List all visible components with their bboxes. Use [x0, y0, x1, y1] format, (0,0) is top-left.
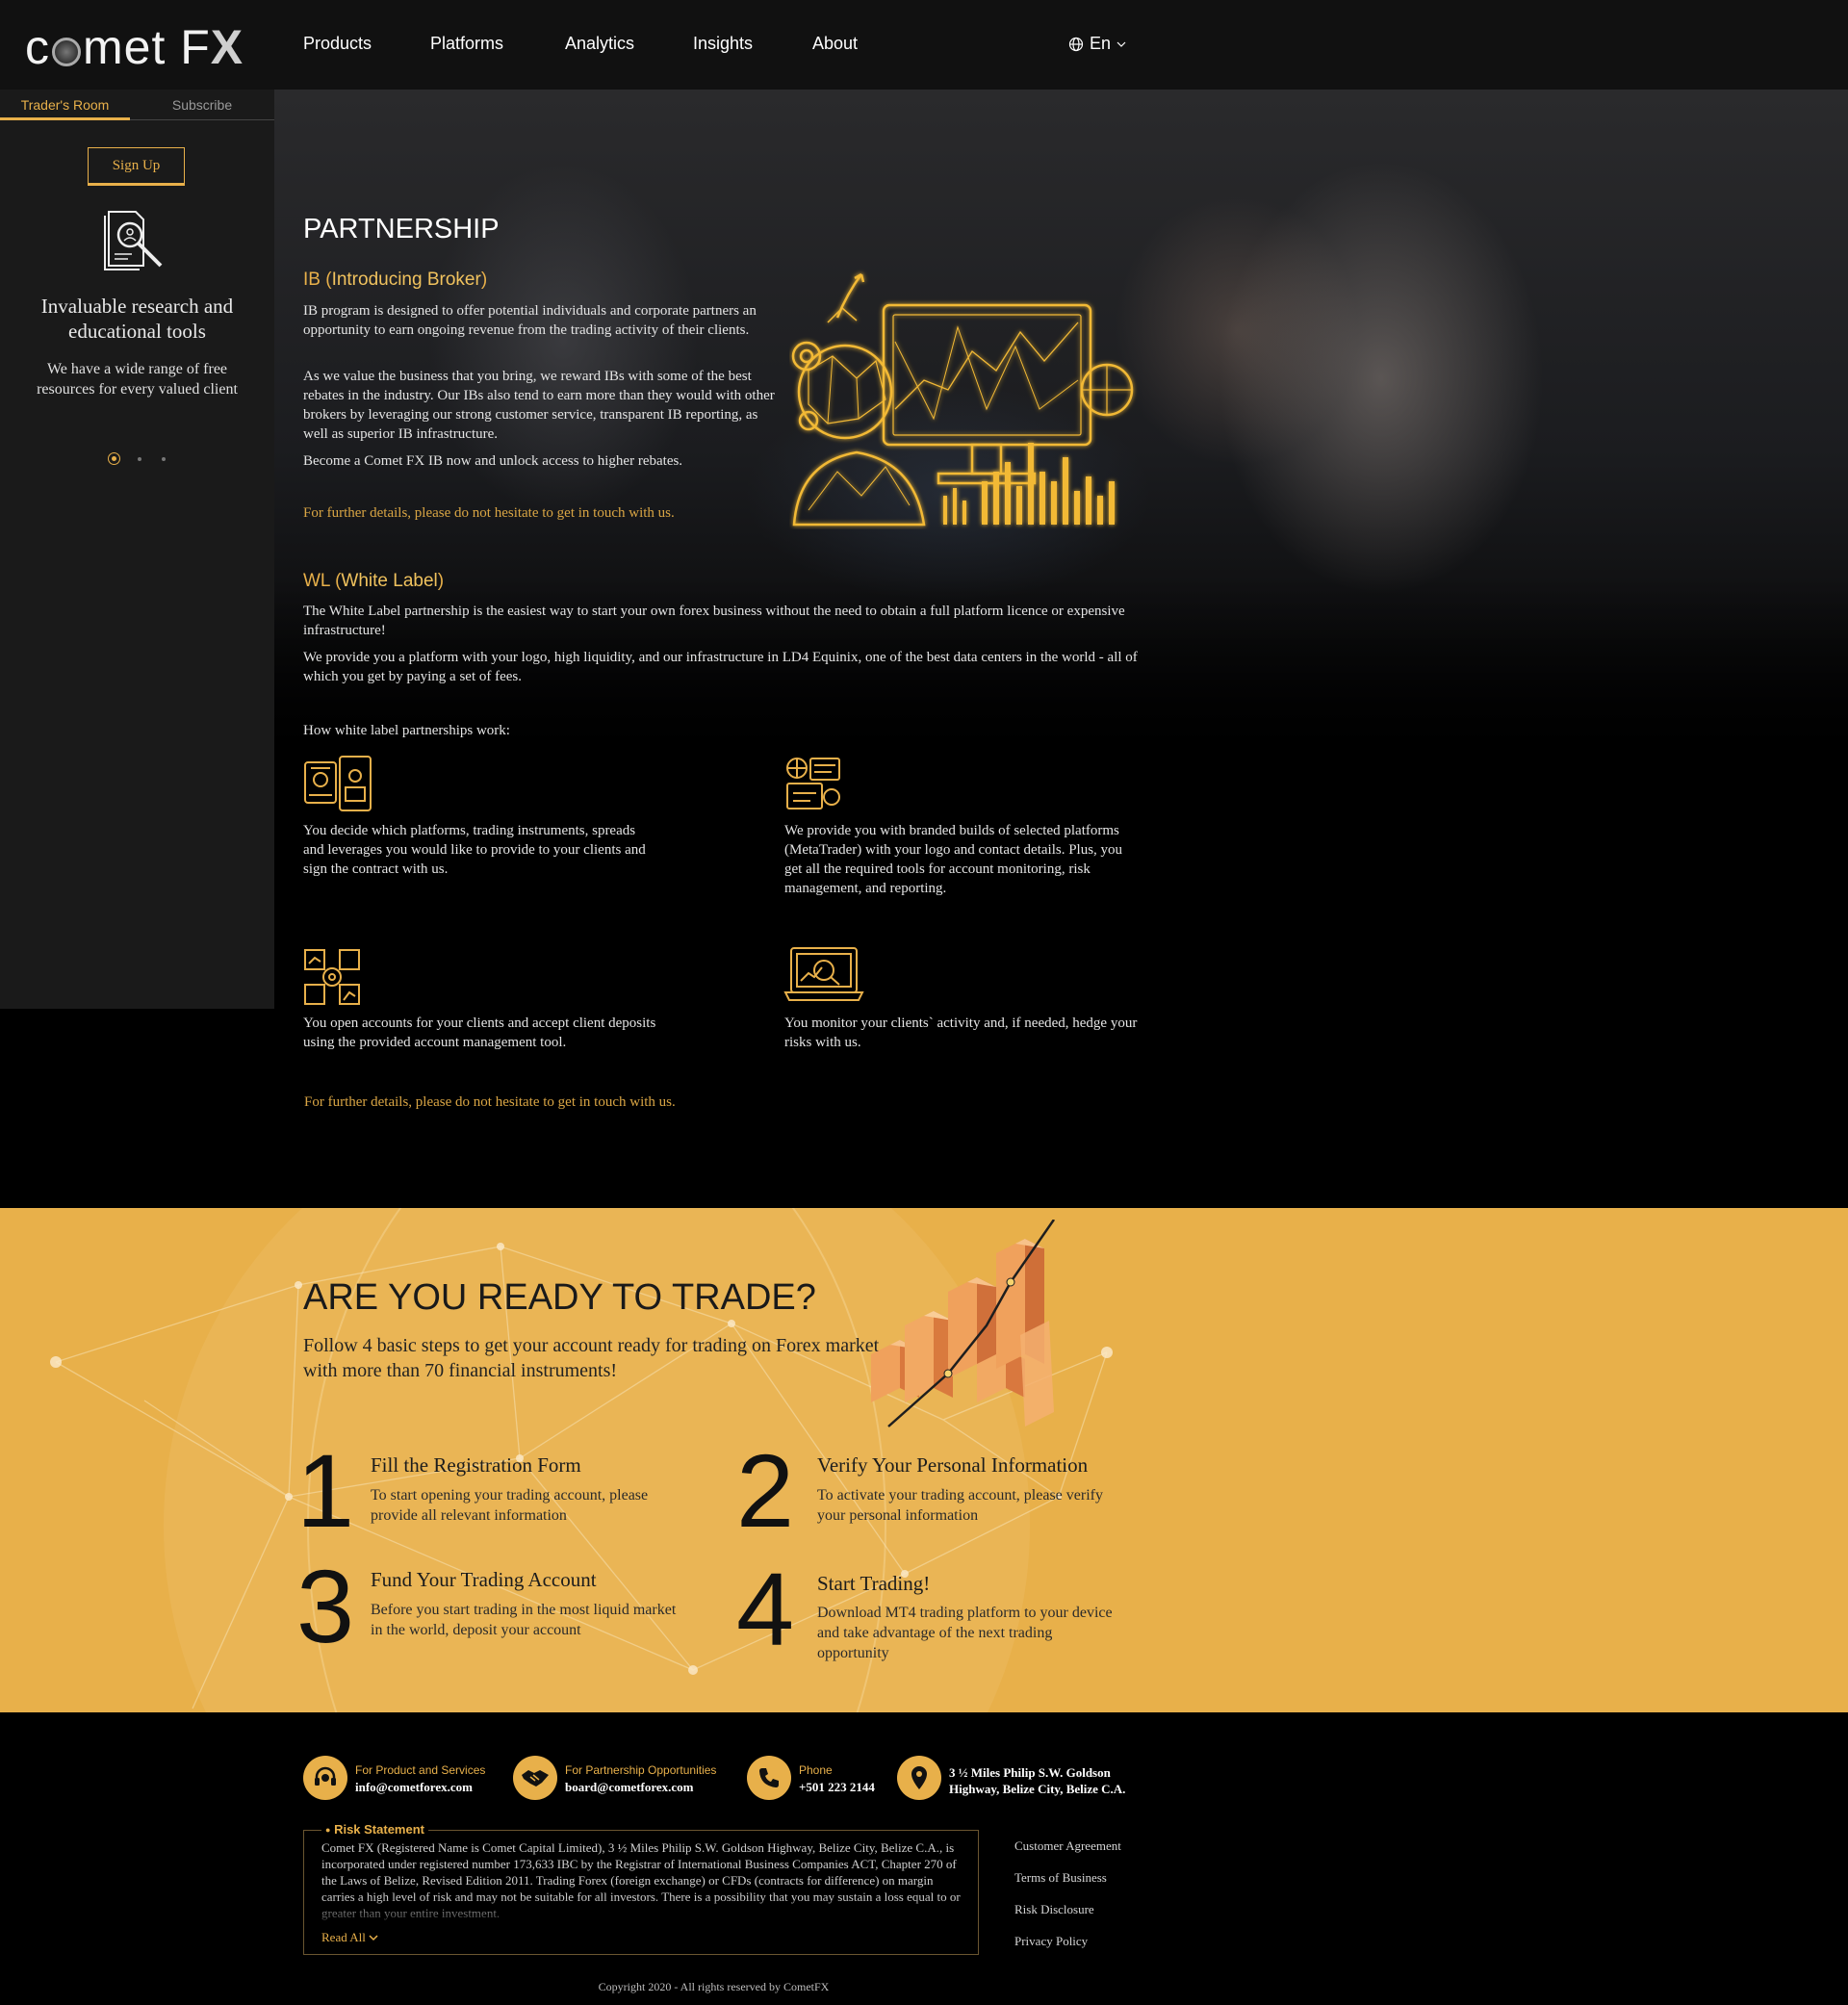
ready-title: ARE YOU READY TO TRADE?: [303, 1277, 816, 1318]
nav-platforms[interactable]: Platforms: [430, 34, 503, 54]
wl-step-1-text: You decide which platforms, trading inst…: [303, 823, 646, 877]
contact-label: For Partnership Opportunities: [565, 1763, 717, 1777]
tab-traders-room[interactable]: Trader's Room: [0, 93, 130, 120]
risk-statement-text: Comet FX (Registered Name is Comet Capit…: [321, 1840, 961, 1920]
step-title: Fund Your Trading Account: [371, 1568, 597, 1591]
comet-coin-icon: [52, 38, 81, 66]
carousel-dot[interactable]: [162, 457, 166, 461]
wl-paragraph-2: We provide you a platform with your logo…: [303, 650, 1138, 684]
chevron-down-icon: [369, 1935, 378, 1941]
handshake-icon: [513, 1756, 557, 1800]
copyright-text: Copyright 2020 - All rights reserved by …: [598, 1980, 830, 1993]
step-number: 1: [296, 1432, 355, 1549]
read-all-button[interactable]: Read All: [321, 1930, 378, 1945]
step-number: 2: [736, 1432, 795, 1549]
wl-heading: WL (White Label): [303, 571, 445, 591]
ib-paragraph-3: Become a Comet FX IB now and unlock acce…: [303, 453, 683, 469]
risk-statement-title-text: Risk Statement: [334, 1822, 424, 1837]
step-text: To start opening your trading account, p…: [371, 1487, 649, 1524]
contact-label: For Product and Services: [355, 1763, 486, 1777]
read-all-label: Read All: [321, 1930, 366, 1944]
ib-paragraph-2: As we value the business that you bring,…: [303, 369, 775, 442]
platform-selection-icon: [304, 756, 372, 811]
phone-number-link[interactable]: +501 223 2144: [799, 1780, 875, 1795]
step-number: 3: [296, 1548, 355, 1664]
comet-fx-logo[interactable]: c met FX: [25, 19, 244, 75]
sidebar-panel: Trader's Room Subscribe Sign Up Invaluab…: [0, 90, 274, 1009]
nav-products[interactable]: Products: [303, 34, 372, 54]
nav-about[interactable]: About: [812, 34, 858, 54]
nav-insights[interactable]: Insights: [693, 34, 753, 54]
product-email-link[interactable]: info@cometforex.com: [355, 1780, 473, 1795]
research-document-icon: [104, 211, 163, 270]
location-pin-icon: [897, 1756, 941, 1800]
sidebar-title: Invaluable research and educational tool…: [40, 295, 234, 343]
ib-name: Introducing Broker: [331, 270, 481, 290]
logo-text-part: c: [25, 20, 50, 74]
monitoring-laptop-icon: [783, 947, 864, 1001]
wl-contact-link[interactable]: For further details, please do not hesit…: [304, 1094, 676, 1111]
wl-step-4-text: You monitor your clients` activity and, …: [784, 1015, 1138, 1050]
footer: For Product and Services info@cometforex…: [0, 1712, 1848, 2005]
customer-agreement-link[interactable]: Customer Agreement: [1014, 1838, 1121, 1854]
ib-abbr: IB: [303, 270, 321, 290]
page-title: PARTNERSHIP: [303, 214, 500, 244]
sidebar-description: We have a wide range of free resources f…: [37, 361, 238, 398]
terms-of-business-link[interactable]: Terms of Business: [1014, 1870, 1107, 1886]
ready-to-trade-section: ARE YOU READY TO TRADE? Follow 4 basic s…: [0, 1208, 1848, 1712]
step-text: Download MT4 trading platform to your de…: [817, 1605, 1113, 1661]
globe-icon: [1068, 37, 1084, 51]
address-line-2: Highway, Belize City, Belize C.A.: [949, 1782, 1126, 1796]
risk-statement-title: ● Risk Statement: [321, 1822, 428, 1837]
rising-bar-chart-illustration: [871, 1220, 1056, 1427]
bullet-icon: ●: [325, 1825, 331, 1835]
wl-name: White Label: [341, 571, 438, 591]
ready-subtitle: Follow 4 basic steps to get your account…: [303, 1335, 880, 1381]
wl-step-3-text: You open accounts for your clients and a…: [303, 1015, 656, 1050]
step-number: 4: [736, 1551, 795, 1667]
nav-analytics[interactable]: Analytics: [565, 34, 634, 54]
tab-subscribe[interactable]: Subscribe: [130, 93, 274, 120]
risk-disclosure-link[interactable]: Risk Disclosure: [1014, 1902, 1094, 1917]
partnership-email-link[interactable]: board@cometforex.com: [565, 1780, 694, 1795]
how-it-works-title: How white label partnerships work:: [303, 723, 510, 738]
branded-build-icon: [786, 758, 840, 810]
step-title: Verify Your Personal Information: [817, 1453, 1089, 1477]
wl-paragraph-1: The White Label partnership is the easie…: [303, 604, 1125, 638]
step-text: To activate your trading account, please…: [817, 1487, 1103, 1524]
wl-step-2-text: We provide you with branded builds of se…: [784, 823, 1123, 896]
phone-icon: [747, 1756, 791, 1800]
logo-text-part: X: [210, 20, 244, 74]
privacy-policy-link[interactable]: Privacy Policy: [1014, 1934, 1088, 1949]
language-selector[interactable]: En: [1068, 34, 1126, 54]
ib-paragraph-1: IB program is designed to offer potentia…: [303, 303, 757, 338]
ib-heading: IB (Introducing Broker): [303, 270, 488, 290]
step-title: Start Trading!: [817, 1572, 931, 1595]
top-navigation: c met FX Products Platforms Analytics Ins…: [0, 0, 1848, 90]
account-management-icon: [304, 949, 360, 1005]
address-line-1: 3 ½ Miles Philip S.W. Goldson: [949, 1765, 1111, 1780]
wl-abbr: WL: [303, 571, 330, 591]
headset-icon: [303, 1756, 347, 1800]
language-label: En: [1090, 34, 1112, 53]
contact-label: Phone: [799, 1763, 833, 1777]
step-text: Before you start trading in the most liq…: [371, 1602, 677, 1638]
step-title: Fill the Registration Form: [371, 1453, 581, 1477]
carousel-dot-active[interactable]: [108, 452, 120, 465]
ib-contact-link[interactable]: For further details, please do not hesit…: [303, 505, 675, 522]
chevron-down-icon: [1116, 41, 1126, 47]
carousel-dot[interactable]: [138, 457, 141, 461]
sign-up-button[interactable]: Sign Up: [88, 147, 185, 186]
logo-text-part: met F: [83, 20, 211, 74]
trading-computer-illustration: [791, 272, 1134, 527]
